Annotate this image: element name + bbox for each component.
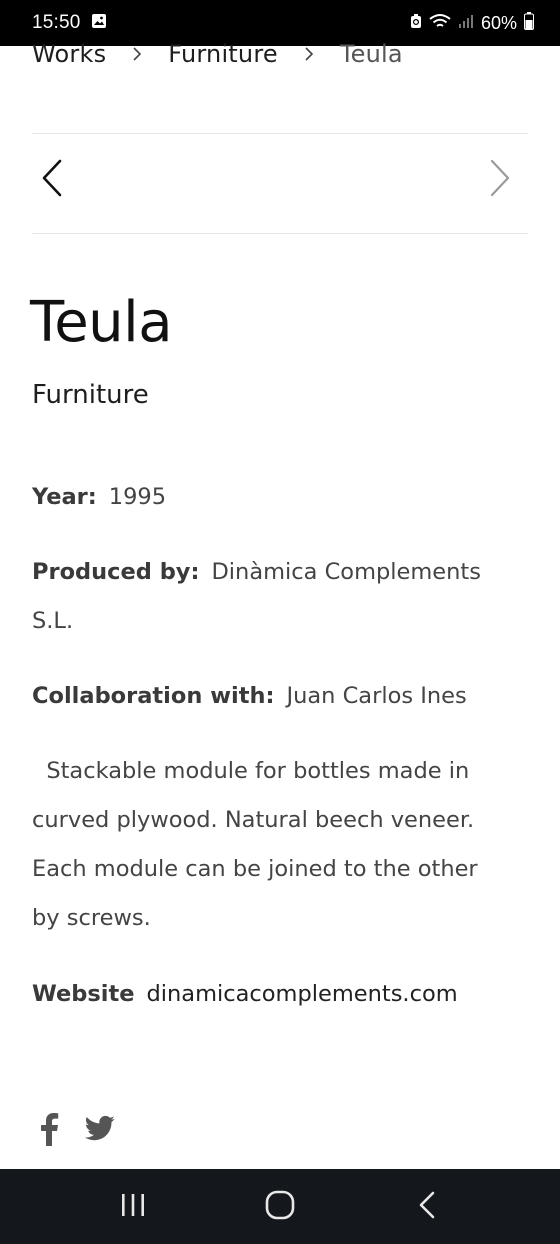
collaboration-row: Collaboration with: Juan Carlos Ines [32, 672, 502, 721]
next-work-button[interactable] [488, 158, 520, 202]
status-right: 60% [410, 12, 534, 34]
breadcrumb: Works Furniture Teula [32, 34, 403, 74]
chevron-right-icon [304, 46, 314, 62]
year-value: 1995 [108, 484, 167, 510]
wifi-icon [429, 13, 451, 33]
collaboration-value: Juan Carlos Ines [286, 683, 467, 709]
work-category: Furniture [32, 380, 149, 410]
social-share [38, 1112, 116, 1150]
page-title: Teula [30, 290, 173, 355]
battery-icon [524, 12, 534, 34]
battery-percentage: 60% [480, 12, 517, 33]
previous-work-button[interactable] [40, 158, 72, 202]
year-label: Year: [32, 484, 97, 510]
home-icon [265, 1190, 295, 1224]
recycle-icon [410, 13, 422, 33]
status-left: 15:50 [32, 12, 107, 34]
status-time: 15:50 [32, 12, 81, 33]
breadcrumb-works[interactable]: Works [32, 40, 106, 68]
gallery-notification-icon [91, 13, 107, 33]
divider [32, 233, 528, 234]
back-icon [418, 1190, 436, 1224]
breadcrumb-current: Teula [339, 40, 403, 68]
system-nav-bar [0, 1169, 560, 1244]
work-description: Stackable module for bottles made in cur… [32, 758, 485, 931]
chevron-right-icon [488, 158, 512, 202]
twitter-icon[interactable] [84, 1115, 116, 1147]
recent-apps-icon [119, 1192, 147, 1222]
website-link[interactable]: dinamicacomplements.com [147, 981, 458, 1007]
produced-by-label: Produced by: [32, 559, 200, 585]
website-label: Website [32, 981, 135, 1007]
recent-apps-button[interactable] [103, 1177, 163, 1237]
chevron-left-icon [40, 158, 64, 202]
breadcrumb-furniture[interactable]: Furniture [168, 40, 278, 68]
signal-icon [458, 13, 474, 33]
website-row: Website dinamicacomplements.com [32, 970, 502, 1019]
collaboration-label: Collaboration with: [32, 683, 275, 709]
home-button[interactable] [250, 1177, 310, 1237]
chevron-right-icon [132, 46, 142, 62]
facebook-icon[interactable] [38, 1112, 60, 1150]
year-row: Year: 1995 [32, 473, 502, 522]
back-button[interactable] [397, 1177, 457, 1237]
produced-by-row: Produced by: Dinàmica Complements S.L. [32, 548, 502, 646]
divider [32, 133, 528, 134]
